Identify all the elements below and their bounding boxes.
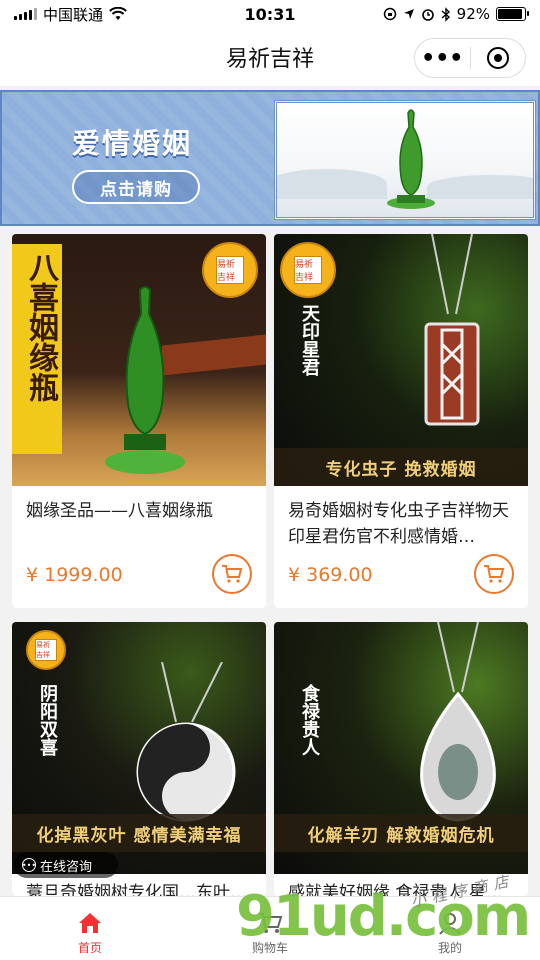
banner-title: 爱情婚姻	[72, 127, 193, 160]
product-price: ¥ 1999.00	[26, 564, 123, 586]
location-icon	[403, 9, 414, 19]
vase-image	[387, 109, 435, 209]
product-card[interactable]: 八喜姻缘瓶 易祈吉祥 姻缘圣品——八喜姻缘瓶 ¥ 1999.00	[12, 234, 266, 608]
add-to-cart-button[interactable]	[474, 554, 514, 594]
close-button[interactable]	[471, 39, 526, 77]
product-image: 阴阳双喜 易祈吉祥 化掉黑灰叶 感情美满幸福	[12, 622, 266, 874]
online-consult-button[interactable]: ••• 在线咨询	[14, 852, 118, 878]
tab-home[interactable]: 首页	[0, 897, 180, 960]
seal-text: 易祈吉祥	[294, 256, 322, 284]
battery-icon	[496, 7, 529, 21]
vase-image	[105, 286, 185, 474]
signal-icon	[14, 8, 37, 20]
home-icon	[79, 913, 101, 933]
product-image: 食禄贵人 化解羊刃 解救婚姻危机	[274, 622, 528, 874]
status-bar: 中国联通 10:31 92%	[0, 0, 540, 28]
product-caption: 专化虫子 挽救婚姻	[274, 448, 528, 486]
battery-percent: 92%	[456, 5, 490, 23]
product-name: 姻缘圣品——八喜姻缘瓶	[26, 501, 213, 521]
product-vertical-title: 天印星君	[299, 304, 320, 376]
pendant-image	[420, 622, 496, 822]
banner-product-image	[274, 100, 536, 220]
tab-label: 首页	[77, 941, 102, 955]
product-vertical-title: 八喜姻缘瓶	[23, 252, 58, 402]
product-image: 八喜姻缘瓶 易祈吉祥	[12, 234, 266, 486]
product-image: 天印星君 易祈吉祥 专化虫子 挽救婚姻	[274, 234, 528, 486]
product-name: 蓑旦奇婚姻树专化国…东叶…	[26, 883, 247, 896]
brand-seal: 易祈吉祥	[26, 630, 66, 670]
bluetooth-icon	[441, 6, 450, 22]
product-name: 易奇婚姻树专化虫子吉祥物天印星君伤官不利感情婚…	[288, 501, 509, 547]
product-vertical-title: 食禄贵人	[299, 684, 320, 756]
product-card[interactable]: 食禄贵人 化解羊刃 解救婚姻危机 感就美好姻缘 食禄贵人 星…	[274, 622, 528, 896]
battery-fill	[498, 9, 522, 19]
alarm-icon	[421, 9, 434, 21]
product-vertical-title: 阴阳双喜	[37, 684, 58, 756]
product-price: ¥ 369.00	[288, 564, 373, 586]
seal-text: 易祈吉祥	[216, 256, 244, 284]
rotation-lock-icon	[383, 7, 396, 21]
mini-program-capsule: •••	[414, 38, 526, 78]
nav-bar: 易祈吉祥 •••	[0, 28, 540, 86]
promo-banner[interactable]: 爱情婚姻 点击请购	[0, 90, 540, 226]
page-title: 易祈吉祥	[225, 47, 314, 72]
cart-icon	[222, 565, 243, 583]
brand-seal: 易祈吉祥	[202, 242, 258, 298]
product-caption: 化掉黑灰叶 感情美满幸福	[12, 814, 266, 852]
add-to-cart-button[interactable]	[212, 554, 252, 594]
product-card[interactable]: 天印星君 易祈吉祥 专化虫子 挽救婚姻 易奇婚姻树专化虫子吉祥物天印星君伤官不利…	[274, 234, 528, 608]
pendant-image	[424, 234, 480, 426]
chat-icon: •••	[22, 858, 36, 872]
buy-now-button[interactable]: 点击请购	[72, 170, 200, 204]
more-button[interactable]: •••	[415, 39, 470, 77]
target-circle-icon	[486, 47, 509, 69]
wifi-icon	[109, 7, 127, 20]
seal-text: 易祈吉祥	[35, 639, 57, 661]
consult-label: 在线咨询	[40, 859, 93, 875]
ellipsis-icon: •••	[421, 45, 464, 71]
cart-icon	[484, 565, 505, 583]
product-caption: 化解羊刃 解救婚姻危机	[274, 814, 528, 852]
brand-seal: 易祈吉祥	[280, 242, 336, 298]
carrier-name: 中国联通	[43, 5, 104, 24]
